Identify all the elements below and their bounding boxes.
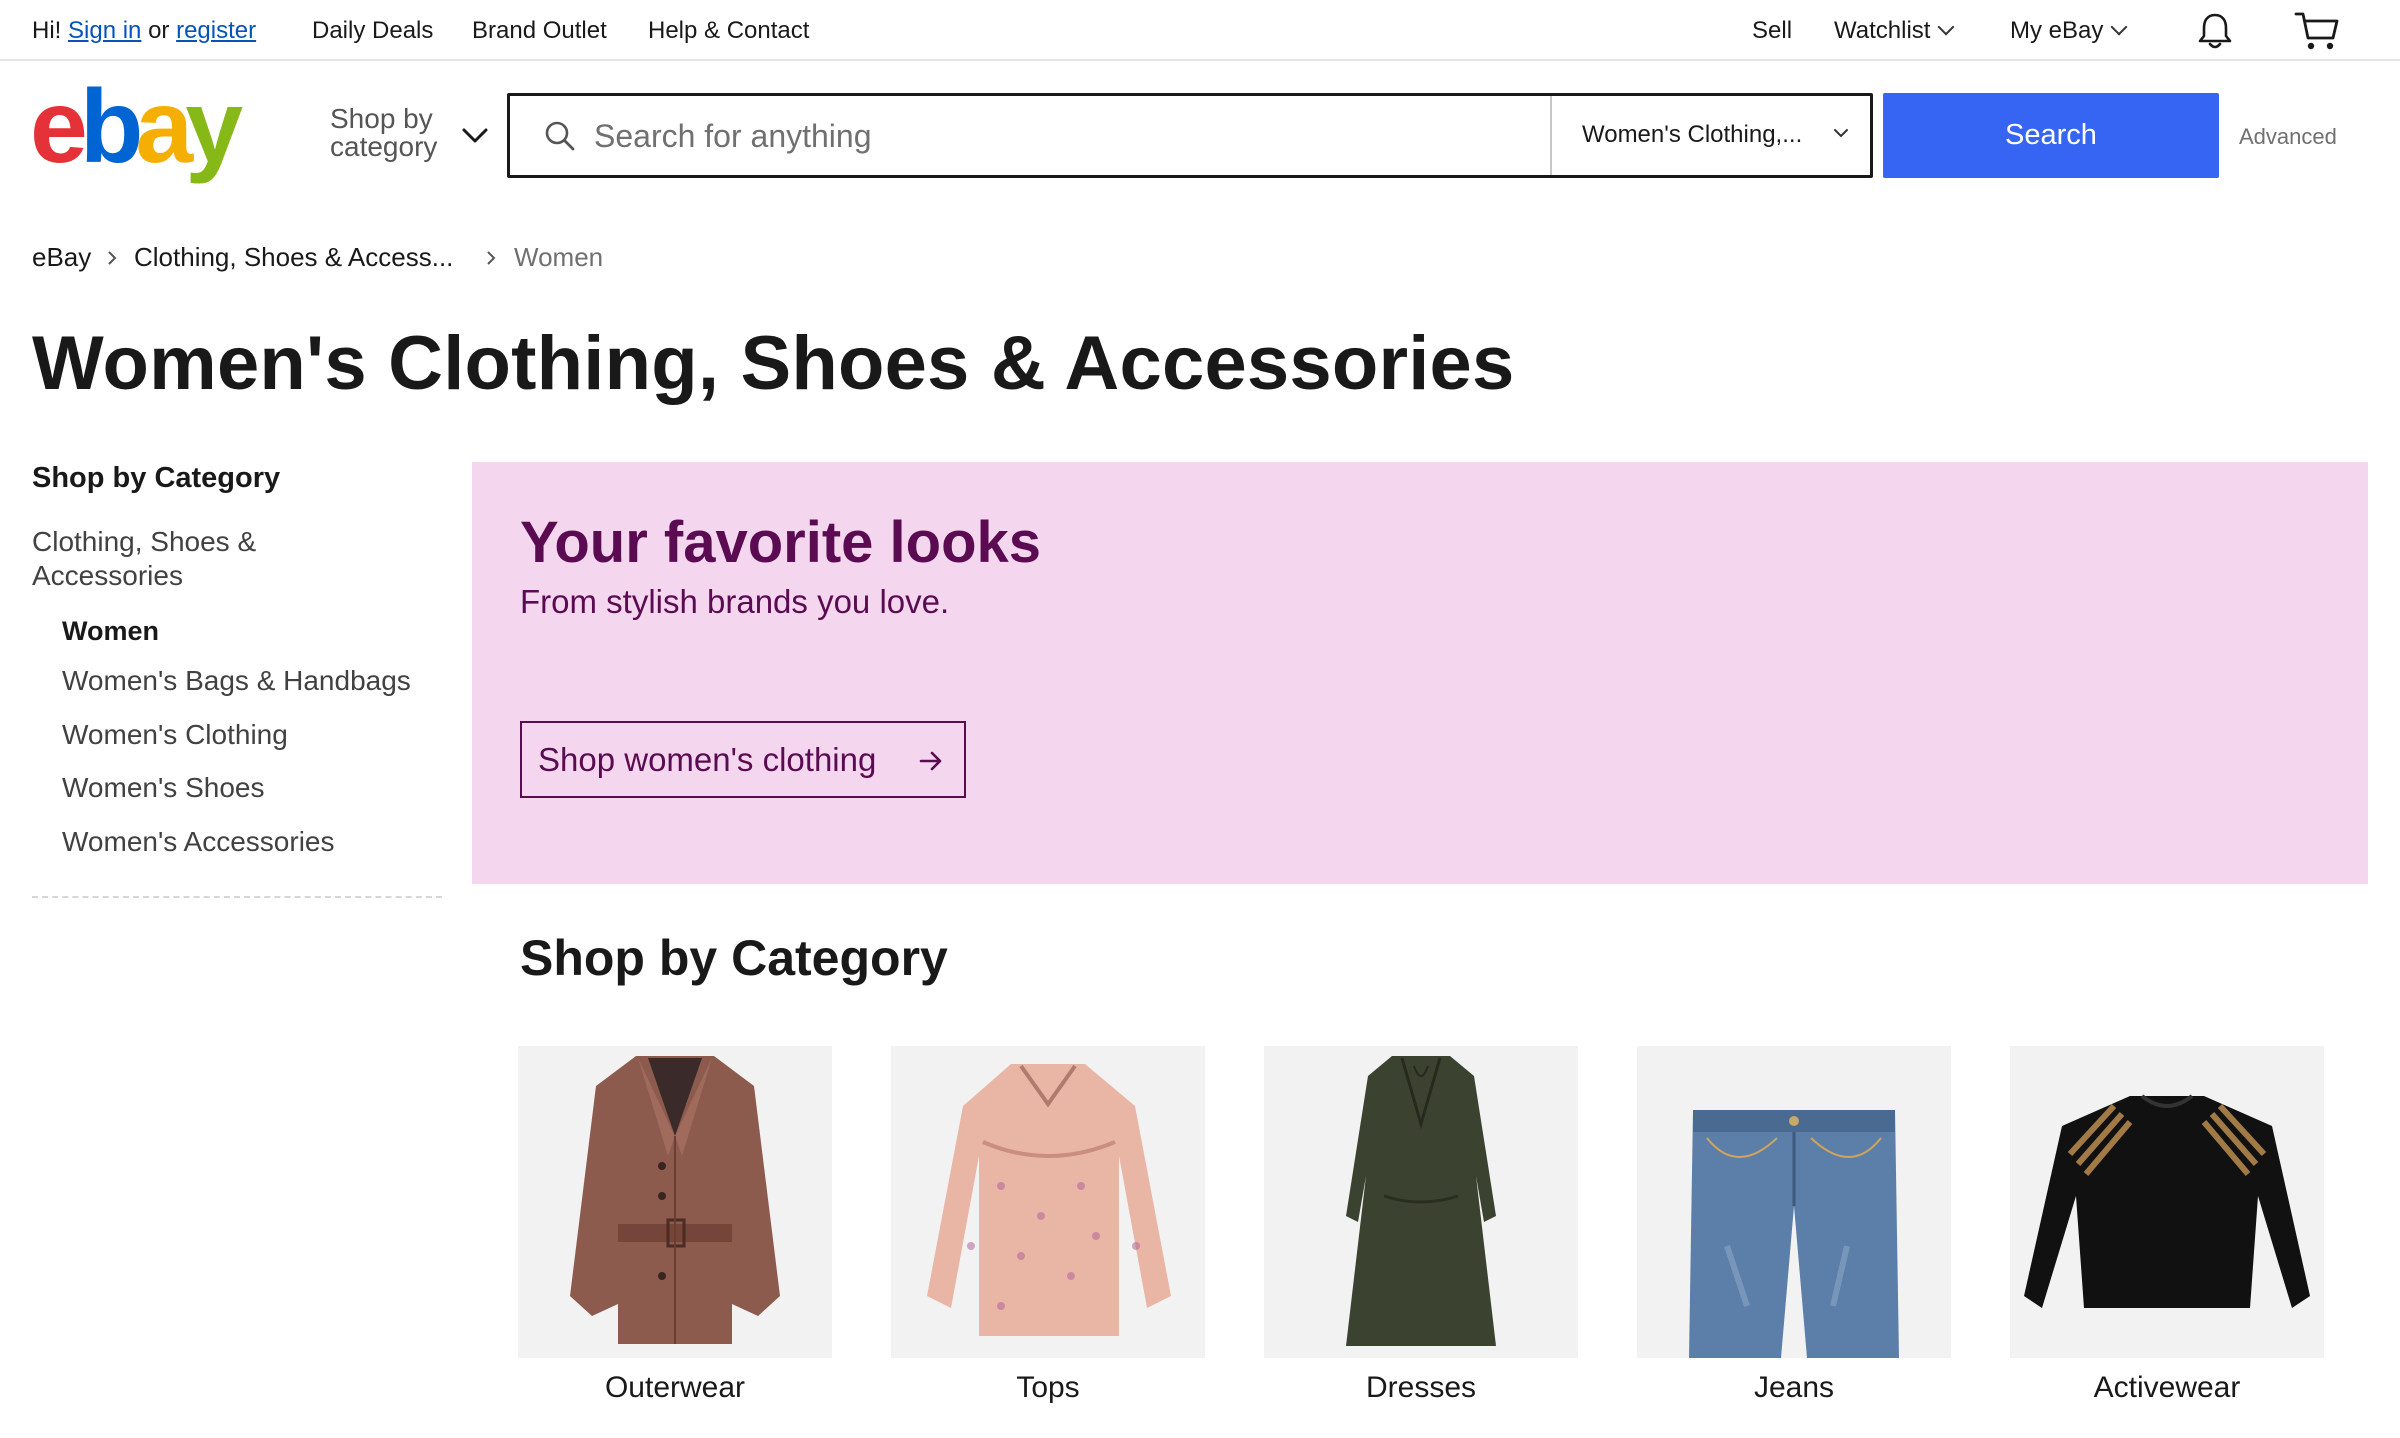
watchlist-label: Watchlist: [1834, 17, 1931, 44]
chevron-down-icon: [1834, 129, 1848, 138]
chevron-right-icon: [487, 251, 496, 265]
svg-text:ebay: ebay: [30, 84, 243, 184]
sell-link[interactable]: Sell: [1752, 16, 1792, 46]
sidebar-item-womens-accessories[interactable]: Women's Accessories: [62, 825, 334, 859]
category-card-outerwear[interactable]: Outerwear: [518, 1046, 832, 1406]
brand-outlet-link[interactable]: Brand Outlet: [472, 16, 607, 46]
banner-subtitle: From stylish brands you love.: [520, 583, 950, 620]
my-ebay-label: My eBay: [2010, 17, 2104, 44]
watchlist-menu[interactable]: Watchlist: [1834, 16, 1955, 46]
category-card-jeans[interactable]: Jeans: [1637, 1046, 1951, 1406]
sidebar-item-women-selected: Women: [62, 616, 160, 646]
shop-by-category-dropdown[interactable]: Shop by category: [330, 104, 490, 166]
jeans-image: [1637, 1046, 1951, 1358]
category-card-tops[interactable]: Tops: [891, 1046, 1205, 1406]
category-label: Activewear: [2093, 1371, 2241, 1404]
search-icon: [545, 121, 575, 151]
breadcrumb-ebay[interactable]: eBay: [32, 242, 91, 272]
category-label: Outerwear: [604, 1371, 746, 1404]
search-bar: Women's Clothing,...: [507, 93, 1873, 178]
sidebar-item-womens-clothing[interactable]: Women's Clothing: [62, 718, 288, 752]
search-input[interactable]: [594, 110, 1494, 162]
sidebar-item-womens-shoes[interactable]: Women's Shoes: [62, 771, 264, 805]
category-card-dresses[interactable]: Dresses: [1264, 1046, 1578, 1406]
or-label: or: [148, 17, 170, 44]
sidebar-item-clothing-shoes-accessories[interactable]: Clothing, Shoes & Accessories: [32, 525, 332, 593]
register-link[interactable]: register: [176, 17, 256, 44]
activewear-image: [2010, 1046, 2324, 1358]
outerwear-image: [518, 1046, 832, 1358]
category-select-value: Women's Clothing,...: [1582, 121, 1803, 148]
sidebar-divider: [32, 896, 442, 898]
chevron-right-icon: [108, 251, 117, 265]
chevron-down-icon: [462, 128, 488, 143]
my-ebay-menu[interactable]: My eBay: [2010, 16, 2128, 46]
shop-womens-clothing-button[interactable]: Shop women's clothing: [520, 721, 966, 798]
bell-icon[interactable]: [2194, 10, 2236, 52]
category-label: Tops: [1016, 1371, 1080, 1404]
shop-by-category-heading: Shop by Category: [520, 930, 948, 986]
category-label: Jeans: [1753, 1371, 1835, 1404]
search-button[interactable]: Search: [1883, 93, 2219, 178]
breadcrumb-current: Women: [514, 242, 604, 272]
chevron-down-icon: [1937, 18, 1955, 36]
arrow-right-icon: [919, 751, 942, 771]
tops-image: [891, 1046, 1205, 1358]
top-utility-bar: Hi! Sign in or register Daily Deals Bran…: [0, 0, 2400, 61]
cart-icon[interactable]: [2294, 10, 2339, 52]
category-label: category: [330, 131, 438, 162]
chevron-down-icon: [2110, 18, 2128, 36]
category-select[interactable]: Women's Clothing,...: [1550, 96, 1870, 175]
greeting-label: Hi!: [32, 17, 62, 44]
promo-banner: Your favorite looks From stylish brands …: [472, 462, 2368, 884]
shop-by-label: Shop by: [330, 103, 433, 134]
sidebar-item-bags-handbags[interactable]: Women's Bags & Handbags: [62, 664, 411, 698]
daily-deals-link[interactable]: Daily Deals: [312, 16, 433, 46]
greeting-text: Hi! Sign in or register: [32, 16, 256, 46]
sign-in-link[interactable]: Sign in: [68, 17, 141, 44]
shop-womens-clothing-label: Shop women's clothing: [538, 740, 877, 778]
sidebar-heading: Shop by Category: [32, 462, 281, 494]
advanced-search-link[interactable]: Advanced: [2239, 124, 2337, 150]
category-card-activewear[interactable]: Activewear: [2010, 1046, 2324, 1406]
banner-title: Your favorite looks: [520, 510, 1042, 575]
help-contact-link[interactable]: Help & Contact: [648, 16, 809, 46]
dresses-image: [1264, 1046, 1578, 1358]
category-label: Dresses: [1365, 1371, 1477, 1404]
page-title: Women's Clothing, Shoes & Accessories: [32, 321, 1515, 406]
ebay-logo[interactable]: ebay: [30, 69, 270, 185]
breadcrumb-clothing[interactable]: Clothing, Shoes & Access...: [134, 242, 453, 272]
